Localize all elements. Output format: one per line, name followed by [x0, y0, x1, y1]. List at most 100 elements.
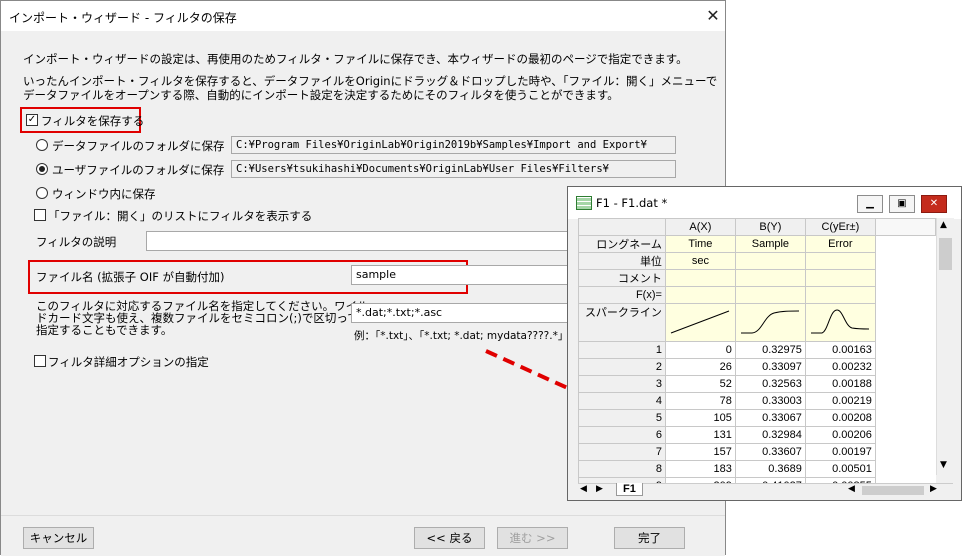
advanced-options-checkbox[interactable]	[34, 355, 46, 367]
column-header[interactable]: B(Y)	[734, 218, 806, 236]
cancel-button[interactable]: キャンセル	[23, 527, 94, 549]
minimize-icon[interactable]: ▁	[857, 195, 883, 213]
meta-row-label: コメント	[578, 269, 666, 287]
table-row: 2 26 0.33097 0.00232	[578, 358, 936, 376]
corner-cell[interactable]	[578, 218, 666, 236]
empty-cell	[875, 461, 935, 478]
data-cell[interactable]: 0	[664, 341, 736, 359]
data-cell[interactable]: 0.33607	[734, 443, 806, 461]
data-cell[interactable]: 0.33067	[734, 409, 806, 427]
restore-icon[interactable]: ▣	[889, 195, 915, 213]
hscroll-thumb[interactable]	[862, 486, 924, 495]
advanced-options-label: フィルタ詳細オプションの指定	[48, 355, 209, 369]
table-row: 4 78 0.33003 0.00219	[578, 392, 936, 410]
column-header[interactable]: C(yEr±)	[804, 218, 876, 236]
close-icon[interactable]: ✕	[921, 195, 947, 213]
data-cell[interactable]: 0.00188	[804, 375, 876, 393]
long-name-cell[interactable]: Error	[804, 235, 876, 253]
close-icon[interactable]: ✕	[701, 4, 725, 28]
show-in-list-checkbox[interactable]	[34, 209, 46, 221]
formula-cell[interactable]	[804, 286, 876, 304]
workbook-icon	[576, 196, 592, 210]
tab-prev-icon[interactable]: ◀	[580, 484, 587, 494]
data-cell[interactable]: 0.32563	[734, 375, 806, 393]
units-cell[interactable]: sec	[664, 252, 736, 270]
data-cell[interactable]: 0.32984	[734, 426, 806, 444]
units-cell[interactable]	[734, 252, 806, 270]
vertical-scrollbar[interactable]: ▲ ▼	[936, 218, 954, 475]
hscroll-right-icon[interactable]: ▶	[930, 484, 937, 494]
back-button[interactable]: << 戻る	[414, 527, 485, 549]
worksheet-grid[interactable]: A(X) B(Y) C(yEr±) ロングネーム Time Sample Err…	[578, 218, 936, 483]
data-cell[interactable]: 0.33003	[734, 392, 806, 410]
filter-desc-input[interactable]	[146, 231, 571, 251]
table-row: 3 52 0.32563 0.00188	[578, 375, 936, 393]
radio-data-folder[interactable]	[36, 139, 48, 151]
data-cell[interactable]: 0.00232	[804, 358, 876, 376]
sparkline-cell[interactable]	[664, 303, 736, 342]
scroll-down-icon[interactable]: ▼	[940, 460, 947, 470]
intro-text-1: インポート・ウィザードの設定は、再使用のためフィルタ・ファイルに保存でき、本ウィ…	[23, 52, 688, 66]
meta-row-label: スパークライン	[578, 303, 666, 342]
row-number[interactable]: 8	[578, 460, 666, 478]
example-text: 例：「*.txt」、「*.txt; *.dat; mydata????.*」	[354, 330, 569, 342]
filename-input[interactable]: sample	[351, 265, 571, 285]
row-number[interactable]: 1	[578, 341, 666, 359]
radio-window[interactable]	[36, 187, 48, 199]
file-pattern-input[interactable]: *.dat;*.txt;*.asc	[351, 303, 571, 323]
sheet-tab-f1[interactable]: F1	[616, 483, 643, 496]
finish-button[interactable]: 完了	[614, 527, 685, 549]
data-cell[interactable]: 0.00197	[804, 443, 876, 461]
data-cell[interactable]: 78	[664, 392, 736, 410]
column-header[interactable]: A(X)	[664, 218, 736, 236]
row-number[interactable]: 7	[578, 443, 666, 461]
radio-window-label: ウィンドウ内に保存	[52, 187, 156, 201]
empty-header	[874, 218, 936, 236]
data-cell[interactable]: 26	[664, 358, 736, 376]
worksheet-title: F1 - F1.dat *	[596, 196, 668, 210]
data-cell[interactable]: 0.32975	[734, 341, 806, 359]
empty-cell	[875, 253, 935, 270]
scroll-thumb[interactable]	[939, 238, 952, 270]
radio-user-folder[interactable]	[36, 163, 48, 175]
formula-cell[interactable]	[664, 286, 736, 304]
data-cell[interactable]: 183	[664, 460, 736, 478]
data-cell[interactable]: 0.00163	[804, 341, 876, 359]
user-folder-path: C:¥Users¥tsukihashi¥Documents¥OriginLab¥…	[231, 160, 676, 178]
empty-cell	[875, 304, 935, 342]
row-number[interactable]: 5	[578, 409, 666, 427]
data-cell[interactable]: 0.00208	[804, 409, 876, 427]
row-number[interactable]: 3	[578, 375, 666, 393]
meta-row-label: 単位	[578, 252, 666, 270]
formula-cell[interactable]	[734, 286, 806, 304]
row-number[interactable]: 4	[578, 392, 666, 410]
tab-next-icon[interactable]: ▶	[596, 484, 603, 494]
data-cell[interactable]: 0.00206	[804, 426, 876, 444]
data-cell[interactable]: 0.00219	[804, 392, 876, 410]
next-button[interactable]: 進む >>	[497, 527, 568, 549]
long-name-cell[interactable]: Time	[664, 235, 736, 253]
comment-cell[interactable]	[734, 269, 806, 287]
data-cell[interactable]: 157	[664, 443, 736, 461]
save-filter-checkbox[interactable]: ✓	[26, 114, 38, 126]
data-cell[interactable]: 105	[664, 409, 736, 427]
title-bar: インポート・ウィザード - フィルタの保存 ✕	[1, 1, 725, 31]
data-cell[interactable]: 0.33097	[734, 358, 806, 376]
sparkline-cell[interactable]	[804, 303, 876, 342]
hscroll-left-icon[interactable]: ◀	[848, 484, 855, 494]
units-cell[interactable]	[804, 252, 876, 270]
sheet-tab-bar: ◀ ▶ F1 ◀ ▶	[578, 483, 953, 498]
comment-cell[interactable]	[804, 269, 876, 287]
row-number[interactable]: 6	[578, 426, 666, 444]
scroll-up-icon[interactable]: ▲	[940, 220, 947, 230]
data-cell[interactable]: 52	[664, 375, 736, 393]
data-cell[interactable]: 0.00501	[804, 460, 876, 478]
filter-desc-label: フィルタの説明	[36, 235, 117, 249]
data-cell[interactable]: 0.3689	[734, 460, 806, 478]
row-number[interactable]: 2	[578, 358, 666, 376]
data-cell[interactable]: 131	[664, 426, 736, 444]
button-bar: キャンセル << 戻る 進む >> 完了	[1, 515, 725, 556]
comment-cell[interactable]	[664, 269, 736, 287]
sparkline-cell[interactable]	[734, 303, 806, 342]
long-name-cell[interactable]: Sample	[734, 235, 806, 253]
